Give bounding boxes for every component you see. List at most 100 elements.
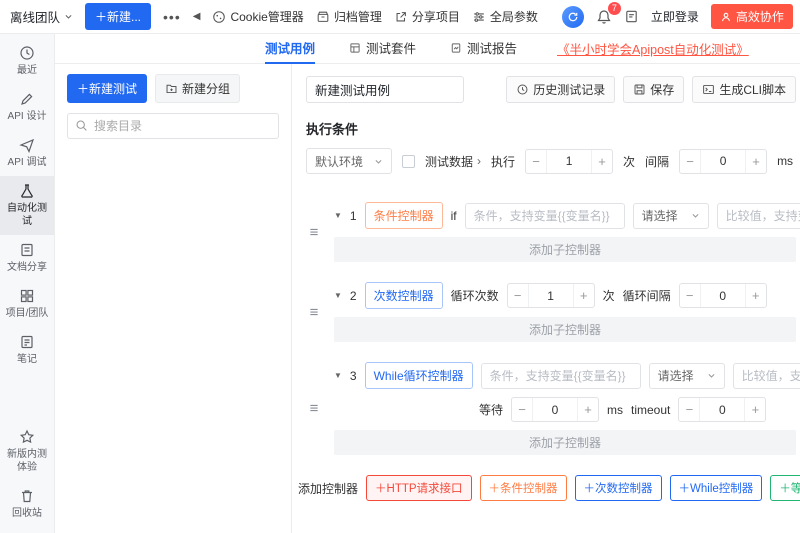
sidebar-item-label: API 调试 bbox=[8, 156, 47, 169]
new-test-button[interactable]: ＋新建测试 bbox=[67, 74, 147, 103]
timeout-label: timeout bbox=[631, 403, 670, 417]
minus-button[interactable]: − bbox=[680, 150, 700, 173]
chevron-down-icon bbox=[707, 371, 716, 380]
feedback-button[interactable] bbox=[624, 9, 639, 24]
sidebar-item-doc-share[interactable]: 文档分享 bbox=[0, 235, 54, 281]
collapse-caret-icon[interactable]: ▼ bbox=[334, 211, 342, 220]
collab-button[interactable]: 高效协作 bbox=[711, 4, 793, 29]
search-input[interactable] bbox=[67, 113, 279, 139]
notifications-button[interactable]: 7 bbox=[596, 9, 612, 25]
interval-unit-label: ms bbox=[777, 154, 793, 168]
sidebar-item-notes[interactable]: 笔记 bbox=[0, 327, 54, 373]
plus-button[interactable]: + bbox=[746, 150, 766, 173]
add-sub-controller-button[interactable]: 添加子控制器 bbox=[334, 317, 796, 342]
controller-while: ≡ ▼ 3 While循环控制器 请选择 bbox=[306, 362, 796, 455]
plus-button[interactable]: + bbox=[746, 284, 766, 307]
plus-button[interactable]: + bbox=[574, 284, 594, 307]
tab-test-case[interactable]: 测试用例 bbox=[265, 34, 315, 64]
sidebar-item-project-team[interactable]: 项目/团队 bbox=[0, 281, 54, 327]
controller-index: 3 bbox=[350, 369, 357, 383]
tutorial-link[interactable]: 《半小时学会Apipost自动化测试》 bbox=[557, 39, 749, 58]
loop-count-value[interactable]: 1 bbox=[528, 284, 574, 307]
archive-manager-button[interactable]: 归档管理 bbox=[316, 8, 382, 25]
plus-button[interactable]: + bbox=[578, 398, 598, 421]
plus-button[interactable]: + bbox=[592, 150, 612, 173]
sliders-icon bbox=[472, 10, 486, 24]
sidebar-item-beta[interactable]: 新版内测体验 bbox=[0, 422, 54, 481]
archive-icon bbox=[316, 10, 330, 24]
operator-select-value: 请选择 bbox=[658, 367, 694, 384]
sidebar-item-api-debug[interactable]: API 调试 bbox=[0, 130, 54, 176]
sidebar-item-label: 自动化测试 bbox=[5, 202, 49, 228]
tab-label: 测试用例 bbox=[265, 38, 315, 57]
add-count-controller-button[interactable]: ＋次数控制器 bbox=[575, 475, 662, 501]
add-http-request-button[interactable]: ＋HTTP请求接口 bbox=[366, 475, 472, 501]
save-label: 保存 bbox=[650, 81, 674, 98]
wait-unit-label: ms bbox=[607, 403, 623, 417]
sidebar-item-recycle[interactable]: 回收站 bbox=[0, 481, 54, 527]
loop-count-stepper: − 1 + bbox=[507, 283, 595, 308]
test-data-toggle[interactable]: 测试数据 › bbox=[425, 153, 481, 170]
more-menu-icon[interactable]: ••• bbox=[163, 9, 181, 25]
login-button[interactable]: 立即登录 bbox=[651, 8, 699, 25]
team-selector[interactable]: 离线团队 bbox=[10, 7, 73, 26]
loop-interval-value[interactable]: 0 bbox=[700, 284, 746, 307]
tab-test-suite[interactable]: 测试套件 bbox=[349, 34, 416, 64]
collapse-panel-icon[interactable]: ◀ bbox=[193, 11, 201, 22]
cookie-manager-label: Cookie管理器 bbox=[230, 8, 303, 25]
env-select[interactable]: 默认环境 bbox=[306, 148, 392, 174]
interval-stepper: − 0 + bbox=[679, 149, 767, 174]
test-data-checkbox[interactable] bbox=[402, 155, 415, 168]
plus-button[interactable]: + bbox=[745, 398, 765, 421]
drag-handle-icon[interactable]: ≡ bbox=[306, 305, 322, 320]
sidebar-item-automation[interactable]: 自动化测试 bbox=[0, 176, 54, 235]
share-project-button[interactable]: 分享项目 bbox=[394, 8, 460, 25]
add-controller-label: 添加控制器 bbox=[298, 480, 358, 497]
minus-button[interactable]: − bbox=[512, 398, 532, 421]
add-sub-controller-button[interactable]: 添加子控制器 bbox=[334, 237, 796, 262]
minus-button[interactable]: − bbox=[680, 284, 700, 307]
history-button[interactable]: 历史测试记录 bbox=[506, 76, 615, 103]
sidebar-item-api-design[interactable]: API 设计 bbox=[0, 84, 54, 130]
drag-handle-icon[interactable]: ≡ bbox=[306, 225, 322, 240]
minus-button[interactable]: − bbox=[526, 150, 546, 173]
timeout-stepper: − 0 + bbox=[678, 397, 766, 422]
new-button[interactable]: ＋新建... bbox=[85, 3, 151, 30]
add-wait-controller-button[interactable]: ＋等待控制器 bbox=[770, 475, 800, 501]
tab-test-report[interactable]: 测试报告 bbox=[450, 34, 517, 64]
condition-input[interactable] bbox=[481, 363, 641, 389]
tabbar: 测试用例 测试套件 测试报告 《半小时学会Apipost自动化测试》 bbox=[55, 34, 800, 64]
cookie-manager-button[interactable]: Cookie管理器 bbox=[212, 8, 303, 25]
compare-value-input[interactable] bbox=[717, 203, 800, 229]
sidebar-item-recent[interactable]: 最近 bbox=[0, 38, 54, 84]
exec-count-value[interactable]: 1 bbox=[546, 150, 592, 173]
add-sub-controller-button[interactable]: 添加子控制器 bbox=[334, 430, 796, 455]
compare-value-input[interactable] bbox=[733, 363, 800, 389]
search-box bbox=[67, 113, 279, 139]
interval-value[interactable]: 0 bbox=[700, 150, 746, 173]
collapse-caret-icon[interactable]: ▼ bbox=[334, 291, 342, 300]
save-icon bbox=[633, 83, 646, 96]
global-params-button[interactable]: 全局参数 bbox=[472, 8, 538, 25]
save-button[interactable]: 保存 bbox=[623, 76, 684, 103]
add-controller-row: 添加控制器 ＋HTTP请求接口 ＋条件控制器 ＋次数控制器 ＋While控制器 … bbox=[298, 475, 796, 501]
wait-value[interactable]: 0 bbox=[532, 398, 578, 421]
new-group-button[interactable]: 新建分组 bbox=[155, 74, 240, 103]
generate-cli-button[interactable]: 生成CLI脚本 bbox=[692, 76, 796, 103]
timeout-value[interactable]: 0 bbox=[699, 398, 745, 421]
content-area: 测试用例 测试套件 测试报告 《半小时学会Apipost自动化测试》 ＋新建测试 bbox=[55, 34, 800, 533]
minus-button[interactable]: − bbox=[679, 398, 699, 421]
minus-button[interactable]: − bbox=[508, 284, 528, 307]
controller-loop-count: ≡ ▼ 2 次数控制器 循环次数 − 1 bbox=[306, 282, 796, 342]
add-while-controller-button[interactable]: ＋While控制器 bbox=[670, 475, 763, 501]
sync-assistant-button[interactable] bbox=[562, 6, 584, 28]
collapse-caret-icon[interactable]: ▼ bbox=[334, 371, 342, 380]
tree-panel: ＋新建测试 新建分组 bbox=[55, 64, 292, 533]
add-condition-controller-button[interactable]: ＋条件控制器 bbox=[480, 475, 567, 501]
case-name-input[interactable] bbox=[306, 76, 464, 103]
operator-select[interactable]: 请选择 bbox=[649, 363, 725, 389]
drag-handle-icon[interactable]: ≡ bbox=[306, 401, 322, 416]
sidebar-item-label: 笔记 bbox=[17, 353, 37, 366]
operator-select[interactable]: 请选择 bbox=[633, 203, 709, 229]
condition-input[interactable] bbox=[465, 203, 625, 229]
